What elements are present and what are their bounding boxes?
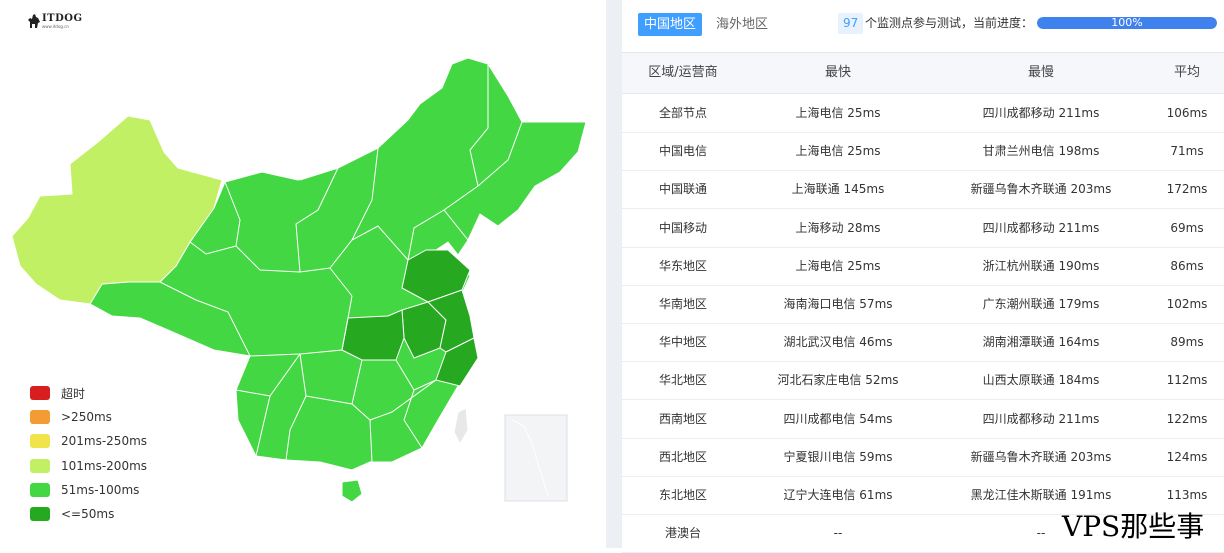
row-average-cell: 69ms <box>1170 220 1204 235</box>
legend-label: 101ms-200ms <box>61 458 148 473</box>
row-region-cell: 东北地区 <box>658 488 707 502</box>
legend-label: >250ms <box>61 410 112 425</box>
legend-item[interactable]: >250ms <box>30 405 147 429</box>
row-average-cell: 86ms <box>1170 258 1204 273</box>
row-average-cell: 172ms <box>1166 182 1208 197</box>
row-region-cell: 华东地区 <box>658 258 707 273</box>
row-slowest-cell: 广东潮州联通 179ms <box>982 297 1100 311</box>
row-fastest-cell: 湖北武汉电信 46ms <box>783 335 893 350</box>
row-fastest-cell: 海南海口电信 57ms <box>783 297 893 311</box>
row-region-cell: 中国移动 <box>658 220 707 235</box>
row-average-cell: 89ms <box>1170 335 1204 350</box>
logo-subtitle: www.itdog.cn <box>42 24 69 29</box>
row-fastest-cell: 宁夏银川电信 59ms <box>783 449 893 464</box>
legend-label: 51ms-100ms <box>61 482 140 497</box>
row-slowest-cell: 四川成都移动 211ms <box>982 411 1100 426</box>
south-china-sea-inset <box>504 414 568 502</box>
legend-label: 201ms-250ms <box>61 434 148 449</box>
row-average-cell: 106ms <box>1166 106 1208 120</box>
row-slowest-cell: 四川成都移动 211ms <box>982 220 1100 235</box>
row-fastest-cell: -- <box>833 526 843 541</box>
row-region-cell: 华北地区 <box>658 373 707 388</box>
latency-legend: 超时 >250ms 201ms-250ms 101ms-200ms 51ms-100ms… <box>30 381 147 526</box>
row-region-cell: 华南地区 <box>658 297 707 311</box>
row-fastest-cell: 上海联通 145ms <box>791 182 885 197</box>
node-count-badge: 97 <box>838 13 864 34</box>
row-region-cell: 华中地区 <box>658 335 707 350</box>
legend-item[interactable]: <=50ms <box>30 502 147 526</box>
row-slowest-cell: 浙江杭州联通 190ms <box>982 258 1100 273</box>
row-average-cell: 113ms <box>1166 488 1208 502</box>
row-fastest-cell: 上海电信 25ms <box>795 106 881 120</box>
region-tab-bar: 中国地区 海外地区 97 个监测点参与测试，当前进度： 100% <box>622 0 1224 53</box>
row-slowest-cell: 新疆乌鲁木齐联通 203ms <box>970 449 1112 464</box>
row-average-cell: 124ms <box>1166 449 1208 464</box>
header-region-isp: 区域/运营商 <box>648 65 718 80</box>
map-panel: ITDOG www.itdog.cn 超时 >250ms 201ms-250ms 10… <box>0 0 606 548</box>
legend-swatch <box>30 386 50 401</box>
itdog-logo: ITDOG www.itdog.cn <box>28 14 83 30</box>
row-slowest-cell: 湖南湘潭联通 164ms <box>982 335 1100 350</box>
header-slowest: 最慢 <box>1027 65 1054 80</box>
row-fastest-cell: 四川成都电信 54ms <box>783 411 893 426</box>
row-slowest-cell: 甘肃兰州电信 198ms <box>982 144 1100 159</box>
tab-overseas-region[interactable]: 海外地区 <box>710 13 774 36</box>
row-slowest-cell: 四川成都移动 211ms <box>982 106 1100 120</box>
watermark-text: VPS那些事 <box>1062 510 1205 543</box>
map-region-hubei[interactable] <box>341 309 405 361</box>
legend-item[interactable]: 超时 <box>30 381 147 405</box>
dog-icon <box>28 14 40 28</box>
row-fastest-cell: 上海电信 25ms <box>795 144 881 159</box>
table-row: 西南地区 四川成都电信 54ms 四川成都移动 211ms 122ms <box>622 400 1224 439</box>
results-panel: 中国地区 海外地区 97 个监测点参与测试，当前进度： 100% 区域/运营商 … <box>622 0 1224 553</box>
progress-bar: 100% <box>1037 17 1217 29</box>
legend-item[interactable]: 51ms-100ms <box>30 478 147 502</box>
legend-swatch <box>30 458 50 473</box>
table-row: 中国联通 上海联通 145ms 新疆乌鲁木齐联通 203ms 172ms <box>622 170 1224 210</box>
legend-label: 超时 <box>61 386 86 401</box>
legend-swatch <box>30 507 50 522</box>
tab-china-region[interactable]: 中国地区 <box>638 13 703 36</box>
header-average: 平均 <box>1173 65 1200 80</box>
row-region-cell: 西北地区 <box>658 449 707 464</box>
table-row: 华北地区 河北石家庄电信 52ms 山西太原联通 184ms 112ms <box>622 361 1224 401</box>
row-average-cell: 112ms <box>1166 373 1208 388</box>
legend-swatch <box>30 410 50 425</box>
legend-item[interactable]: 101ms-200ms <box>30 454 147 478</box>
row-slowest-cell: 山西太原联通 184ms <box>982 373 1100 388</box>
row-fastest-cell: 河北石家庄电信 52ms <box>777 373 899 388</box>
progress-percent-label: 100% <box>1111 17 1143 29</box>
row-average-cell: 71ms <box>1170 144 1204 159</box>
legend-swatch <box>30 482 50 497</box>
legend-item[interactable]: 201ms-250ms <box>30 429 147 453</box>
table-row: 华东地区 上海电信 25ms 浙江杭州联通 190ms 86ms <box>622 247 1224 286</box>
table-row: 西北地区 宁夏银川电信 59ms 新疆乌鲁木齐联通 203ms 124ms <box>622 438 1224 477</box>
row-region-cell: 港澳台 <box>664 526 701 541</box>
row-average-cell: 102ms <box>1166 297 1208 311</box>
progress-status-text: 个监测点参与测试，当前进度： <box>865 16 1034 30</box>
panel-divider <box>606 0 622 548</box>
row-average-cell: 122ms <box>1166 411 1208 426</box>
table-row: 中国电信 上海电信 25ms 甘肃兰州电信 198ms 71ms <box>622 132 1224 172</box>
table-row: 中国移动 上海移动 28ms 四川成都移动 211ms 69ms <box>622 209 1224 248</box>
results-table-header: 区域/运营商 最快 最慢 平均 <box>622 53 1224 94</box>
header-fastest: 最快 <box>824 65 851 80</box>
map-region-taiwan[interactable] <box>453 407 469 445</box>
map-region-hainan[interactable] <box>341 479 363 503</box>
legend-label: <=50ms <box>61 507 115 522</box>
row-region-cell: 全部节点 <box>658 106 707 120</box>
table-row: 全部节点 上海电信 25ms 四川成都移动 211ms 106ms <box>622 94 1224 133</box>
logo-name: ITDOG <box>42 13 83 24</box>
row-slowest-cell: 新疆乌鲁木齐联通 203ms <box>970 182 1112 197</box>
row-slowest-cell: 黑龙江佳木斯联通 191ms <box>970 488 1112 502</box>
table-row: 华中地区 湖北武汉电信 46ms 湖南湘潭联通 164ms 89ms <box>622 323 1224 363</box>
row-region-cell: 中国联通 <box>658 182 707 197</box>
row-region-cell: 中国电信 <box>658 144 707 159</box>
row-fastest-cell: 辽宁大连电信 61ms <box>783 488 893 502</box>
legend-swatch <box>30 434 50 449</box>
row-fastest-cell: 上海移动 28ms <box>795 220 881 235</box>
table-row: 华南地区 海南海口电信 57ms 广东潮州联通 179ms 102ms <box>622 285 1224 324</box>
row-region-cell: 西南地区 <box>658 411 707 426</box>
row-fastest-cell: 上海电信 25ms <box>795 258 881 273</box>
